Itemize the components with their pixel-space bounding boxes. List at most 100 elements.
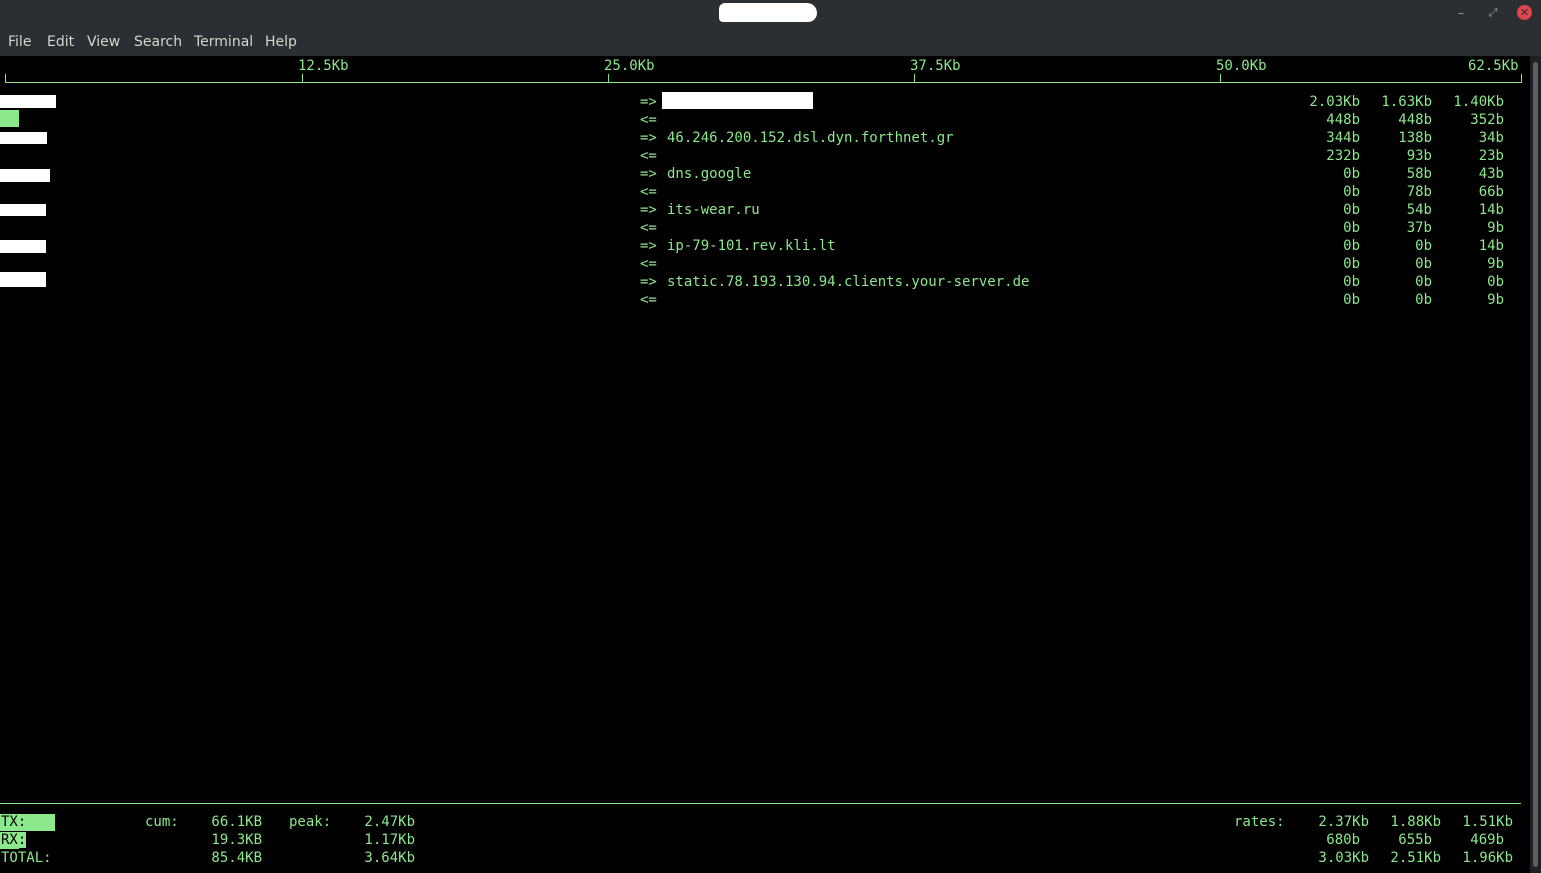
scrollbar-thumb[interactable]	[1533, 62, 1538, 867]
connection-rate-40s: 1.40Kb	[1453, 94, 1504, 110]
connection-rate-40s: 9b	[1487, 292, 1504, 308]
connection-rate-2s: 344b	[1326, 130, 1360, 146]
rx-label: RX:	[1, 831, 27, 849]
connection-direction: =>	[640, 94, 657, 110]
connection-host: ip-79-101.rev.kli.lt	[667, 238, 836, 254]
totals-separator	[0, 803, 1521, 804]
scale-label-50k: 50.0Kb	[1216, 58, 1267, 74]
connection-rate-40s: 0b	[1487, 274, 1504, 290]
menu-terminal[interactable]: Terminal	[194, 33, 253, 51]
scale-label-12k: 12.5Kb	[298, 58, 349, 74]
rx-rate-10s: 655b	[1398, 832, 1432, 848]
connection-rate-2s: 0b	[1343, 238, 1360, 254]
redacted-destination-host	[662, 92, 813, 109]
redacted-source-host	[0, 132, 47, 144]
tx-rate-40s: 1.51Kb	[1462, 814, 1513, 830]
redacted-source-host	[0, 272, 46, 287]
connection-rate-40s: 23b	[1478, 148, 1504, 164]
connection-rate-2s: 0b	[1343, 274, 1360, 290]
connection-rate-2s: 2.03Kb	[1309, 94, 1360, 110]
connection-rate-2s: 0b	[1343, 256, 1360, 272]
connection-rate-10s: 0b	[1415, 274, 1432, 290]
connection-rate-10s: 138b	[1398, 130, 1432, 146]
menu-edit[interactable]: Edit	[47, 33, 74, 51]
connection-rate-2s: 448b	[1326, 112, 1360, 128]
rx-peak: 1.17Kb	[364, 832, 415, 848]
connection-rate-10s: 37b	[1406, 220, 1432, 236]
redacted-window-title	[719, 3, 817, 22]
scale-tick	[1521, 74, 1522, 83]
scale-label-37k: 37.5Kb	[910, 58, 961, 74]
connection-direction: <=	[640, 220, 657, 236]
connection-direction: =>	[640, 238, 657, 254]
redacted-source-host	[0, 95, 56, 108]
cum-label: cum:	[145, 814, 179, 830]
scale-label-25k: 25.0Kb	[604, 58, 655, 74]
rx-cum: 19.3KB	[211, 832, 262, 848]
total-cum: 85.4KB	[211, 850, 262, 866]
menu-help[interactable]: Help	[265, 33, 297, 51]
tx-rate-10s: 1.88Kb	[1390, 814, 1441, 830]
connection-rate-40s: 14b	[1478, 202, 1504, 218]
connection-rate-2s: 0b	[1343, 184, 1360, 200]
menu-search[interactable]: Search	[134, 33, 182, 51]
maximize-button[interactable]: ⤢	[1485, 5, 1501, 21]
redacted-source-host	[0, 240, 46, 253]
menu-file[interactable]: File	[8, 33, 31, 51]
connection-rate-10s: 0b	[1415, 238, 1432, 254]
connection-direction: <=	[640, 256, 657, 272]
tx-cum: 66.1KB	[211, 814, 262, 830]
minimize-button[interactable]: –	[1453, 5, 1469, 21]
total-peak: 3.64Kb	[364, 850, 415, 866]
connection-rate-40s: 9b	[1487, 256, 1504, 272]
scale-tick	[608, 74, 609, 83]
connection-rate-10s: 0b	[1415, 292, 1432, 308]
menu-view[interactable]: View	[87, 33, 120, 51]
tx-label: TX:	[1, 814, 27, 830]
connection-direction: =>	[640, 130, 657, 146]
connection-direction: =>	[640, 274, 657, 290]
scale-label-62k: 62.5Kb	[1468, 58, 1519, 74]
menubar: File Edit View Search Terminal Help	[0, 28, 1541, 56]
tx-peak: 2.47Kb	[364, 814, 415, 830]
connection-host: dns.google	[667, 166, 752, 182]
total-rate-10s: 2.51Kb	[1390, 850, 1441, 866]
scale-tick	[302, 74, 303, 83]
rx-label-inverted: RX:	[1, 832, 27, 848]
connection-direction: <=	[640, 292, 657, 308]
connection-rate-10s: 93b	[1406, 148, 1432, 164]
close-button[interactable]: ✕	[1517, 5, 1532, 20]
traffic-bar	[0, 110, 19, 127]
total-rate-40s: 1.96Kb	[1462, 850, 1513, 866]
connection-host: 46.246.200.152.dsl.dyn.forthnet.gr	[667, 130, 954, 146]
connection-direction: =>	[640, 202, 657, 218]
connection-rate-40s: 66b	[1478, 184, 1504, 200]
terminal-scrollbar[interactable]	[1530, 56, 1541, 873]
rates-label: rates:	[1234, 814, 1285, 830]
connection-direction: <=	[640, 112, 657, 128]
connection-rate-10s: 0b	[1415, 256, 1432, 272]
connection-rate-2s: 0b	[1343, 220, 1360, 236]
scale-tick	[5, 74, 6, 83]
connection-rate-10s: 54b	[1406, 202, 1432, 218]
connection-direction: <=	[640, 184, 657, 200]
scale-axis	[5, 82, 1521, 83]
connection-rate-10s: 58b	[1406, 166, 1432, 182]
connection-rate-2s: 0b	[1343, 202, 1360, 218]
connection-rate-2s: 0b	[1343, 292, 1360, 308]
connection-direction: <=	[640, 148, 657, 164]
total-rate-2s: 3.03Kb	[1318, 850, 1369, 866]
connection-rate-40s: 14b	[1478, 238, 1504, 254]
redacted-source-host	[0, 169, 50, 182]
connection-rate-10s: 1.63Kb	[1381, 94, 1432, 110]
connection-rate-10s: 448b	[1398, 112, 1432, 128]
connection-host: static.78.193.130.94.clients.your-server…	[667, 274, 1030, 290]
connection-rate-40s: 352b	[1470, 112, 1504, 128]
connection-rate-10s: 78b	[1406, 184, 1432, 200]
connection-rate-40s: 34b	[1478, 130, 1504, 146]
connection-rate-40s: 9b	[1487, 220, 1504, 236]
tx-rate-2s: 2.37Kb	[1318, 814, 1369, 830]
peak-label: peak:	[289, 814, 332, 830]
window-titlebar: – ⤢ ✕	[0, 0, 1541, 28]
connection-direction: =>	[640, 166, 657, 182]
